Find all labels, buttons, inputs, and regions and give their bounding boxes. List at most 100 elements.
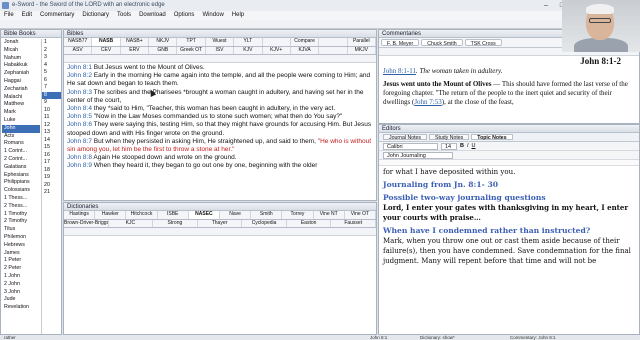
dictionary-tab[interactable]: KJC (108, 219, 154, 227)
book-item[interactable]: 1 Corint... (2, 148, 40, 156)
book-item[interactable]: 2 Timothy (2, 218, 40, 226)
verse-text[interactable]: John 8:1 But Jesus went to the Mount of … (64, 63, 376, 172)
dictionary-tab[interactable]: Brown-Driver-Briggs (64, 219, 109, 227)
book-item[interactable]: John (2, 124, 40, 133)
dictionary-tab[interactable]: Fausset (331, 219, 376, 227)
book-item[interactable]: Revelation (2, 304, 40, 312)
book-item[interactable]: 1 Timothy (2, 211, 40, 219)
book-item[interactable]: Titus (2, 226, 40, 234)
chapter-item[interactable]: 18 (42, 167, 61, 175)
font-size-select[interactable]: 14 (441, 142, 457, 150)
chapter-item[interactable]: 12 (42, 122, 61, 130)
book-item[interactable]: 1 John (2, 273, 40, 281)
book-item[interactable]: Habakkuk (2, 62, 40, 70)
commentary-tab[interactable]: Chuck Smith (421, 39, 463, 47)
bible-tab[interactable] (319, 46, 348, 54)
book-item[interactable]: 2 Thess... (2, 203, 40, 211)
book-item[interactable]: Jude (2, 296, 40, 304)
verse-ref[interactable]: John 8:1 (67, 64, 92, 71)
dictionary-tab[interactable]: Cyclopedia (242, 219, 287, 227)
book-item[interactable]: 2 John (2, 281, 40, 289)
bible-tab[interactable]: CEV (92, 46, 121, 54)
book-item[interactable]: Ephesians (2, 172, 40, 180)
dictionary-tab[interactable]: Hitchcock (126, 211, 158, 219)
book-item[interactable]: Zechariah (2, 86, 40, 94)
bible-tab[interactable]: MKJV (347, 46, 376, 54)
book-item[interactable]: 3 John (2, 289, 40, 297)
dictionary-tab[interactable]: NASEC (188, 211, 220, 219)
chapter-item[interactable]: 4 (42, 62, 61, 70)
bible-tab[interactable]: KJVA (290, 46, 320, 54)
verse-ref[interactable]: John 8:6 (67, 121, 92, 128)
book-item[interactable]: Philippians (2, 179, 40, 187)
dictionary-tab[interactable]: Vine OT (344, 211, 376, 219)
chapter-item[interactable]: 10 (42, 107, 61, 115)
menu-help[interactable]: Help (232, 11, 244, 20)
chapter-item[interactable]: 19 (42, 174, 61, 182)
italic-button[interactable]: I (467, 143, 469, 149)
dictionary-tab[interactable]: Thayer (197, 219, 243, 227)
bible-tab[interactable]: NASB (92, 38, 121, 46)
verse-ref[interactable]: John 8:9 (67, 162, 92, 169)
chapter-item[interactable]: 15 (42, 144, 61, 152)
chapter-item[interactable]: 6 (42, 77, 61, 85)
bible-tab[interactable]: Wuest (205, 38, 235, 46)
chapter-item[interactable]: 5 (42, 69, 61, 77)
book-item[interactable]: Romans (2, 140, 40, 148)
bible-tab[interactable]: KJV+ (262, 46, 291, 54)
book-item[interactable]: 1 Thess... (2, 195, 40, 203)
chapter-item[interactable]: 11 (42, 114, 61, 122)
chapter-item[interactable]: 7 (42, 84, 61, 92)
notes-editor[interactable]: for what I have deposited within you. Jou… (379, 166, 639, 267)
dictionary-tab[interactable]: Vine NT (313, 211, 345, 219)
book-item[interactable]: Matthew (2, 101, 40, 109)
book-item[interactable]: Luke (2, 117, 40, 125)
editor-tab[interactable]: Topic Notes (471, 134, 513, 141)
dictionary-tab[interactable]: Hastings (64, 211, 96, 219)
verse-ref[interactable]: John 8:4 (67, 105, 92, 112)
bible-tab[interactable]: ERV (120, 46, 150, 54)
bible-tab[interactable]: ASV (64, 46, 93, 54)
menu-commentary[interactable]: Commentary (40, 11, 74, 20)
chapter-list[interactable]: 1 2 3 4 5 6 7 8 9 10 11 12 13 14 15 16 17 18 19 20 21 (41, 39, 61, 334)
editor-tab[interactable]: Journal Notes (383, 134, 428, 141)
bible-tab[interactable]: ISV (205, 46, 235, 54)
menu-dictionary[interactable]: Dictionary (82, 11, 109, 20)
book-item[interactable]: Acts (2, 133, 40, 141)
verse-ref[interactable]: John 8:7 (67, 138, 92, 145)
book-item[interactable]: Haggai (2, 78, 40, 86)
chapter-item[interactable]: 20 (42, 182, 61, 190)
chapter-item[interactable]: 16 (42, 152, 61, 160)
chapter-item[interactable]: 3 (42, 54, 61, 62)
bible-tab[interactable]: NASB+ (120, 38, 150, 46)
commentary-body[interactable]: John 8:1-11. The woman taken in adultery… (379, 67, 639, 107)
chapter-item[interactable]: 2 (42, 47, 61, 55)
bible-tab[interactable]: Greek OT (177, 46, 206, 54)
menu-tools[interactable]: Tools (117, 11, 131, 20)
book-item[interactable]: Hebrews (2, 242, 40, 250)
chapter-item[interactable]: 1 (42, 39, 61, 47)
menu-edit[interactable]: Edit (22, 11, 32, 20)
dictionary-tab[interactable]: Smith (251, 211, 283, 219)
verse-ref[interactable]: John 8:2 (67, 72, 92, 79)
verse-ref[interactable]: John 8:5 (67, 113, 92, 120)
menu-download[interactable]: Download (139, 11, 166, 20)
underline-button[interactable]: U (472, 143, 476, 149)
chapter-item[interactable]: 8 (42, 91, 61, 99)
bible-tab[interactable]: TPT (177, 38, 206, 46)
bible-tab[interactable] (319, 38, 348, 46)
commentary-tab[interactable]: TSK Cross (464, 39, 502, 47)
bible-tab[interactable]: YLT (234, 38, 263, 46)
book-item[interactable]: Zephaniah (2, 70, 40, 78)
chapter-item[interactable]: 13 (42, 129, 61, 137)
minimize-button[interactable]: – (538, 0, 554, 11)
bible-tab[interactable] (262, 38, 291, 46)
book-item[interactable]: Micah (2, 47, 40, 55)
bible-tab[interactable]: NASB77 (64, 38, 93, 46)
verse-ref[interactable]: John 8:8 (67, 154, 92, 161)
chapter-item[interactable]: 17 (42, 159, 61, 167)
bible-tab[interactable]: Parallel (347, 38, 376, 46)
chapter-item[interactable]: 9 (42, 99, 61, 107)
menu-options[interactable]: Options (174, 11, 195, 20)
book-item[interactable]: 2 Corint... (2, 156, 40, 164)
